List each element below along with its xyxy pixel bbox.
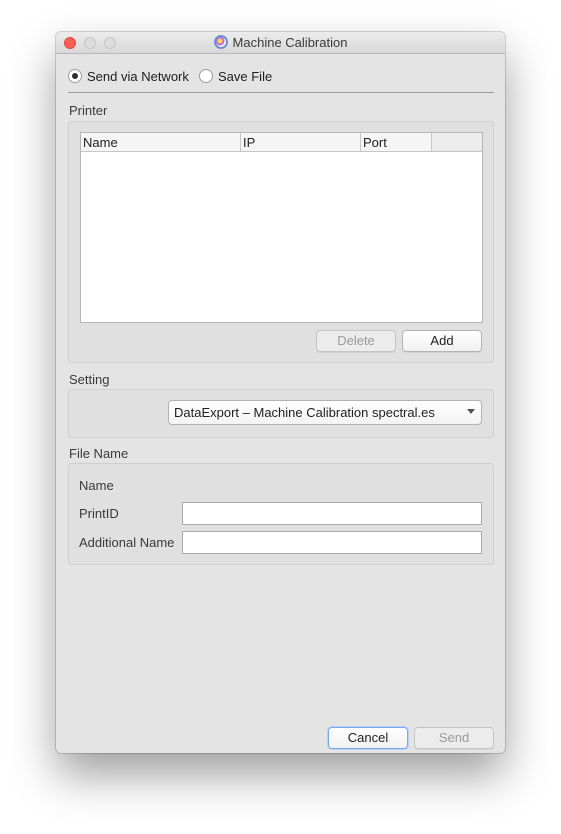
file-name-section-label: File Name [69,446,129,461]
send-via-network-label: Send via Network [87,68,189,84]
save-file-radio[interactable] [199,69,213,83]
column-header-port[interactable]: Port [361,133,432,151]
send-via-network-option[interactable]: Send via Network [68,68,189,84]
column-header-ip[interactable]: IP [241,133,361,151]
dropdown-arrow-icon [467,409,475,414]
printer-table[interactable]: Name IP Port [80,132,483,323]
printer-section-label: Printer [69,103,108,118]
add-button[interactable]: Add [402,330,482,352]
delete-button[interactable]: Delete [316,330,396,352]
name-label: Name [79,478,114,493]
app-icon [213,35,228,49]
additional-name-input[interactable] [182,531,482,554]
window-title-container: Machine Calibration [56,35,505,50]
print-id-input[interactable] [182,502,482,525]
setting-selected-value: DataExport – Machine Calibration spectra… [174,405,435,420]
setting-select[interactable]: DataExport – Machine Calibration spectra… [168,400,482,425]
setting-section-label: Setting [69,372,110,387]
additional-name-label: Additional Name [79,535,175,550]
save-file-option[interactable]: Save File [199,68,272,84]
machine-calibration-window: Machine Calibration Send via Network Sav… [56,32,505,753]
title-bar[interactable]: Machine Calibration [56,32,505,54]
printer-table-header: Name IP Port [81,133,432,152]
table-header-filler [432,133,482,152]
mode-separator [68,92,494,93]
setting-group: DataExport – Machine Calibration spectra… [68,389,494,438]
column-header-name[interactable]: Name [81,133,241,151]
file-name-group: Name PrintID Additional Name [68,463,494,565]
send-via-network-radio[interactable] [68,69,82,83]
printer-group: Name IP Port Delete Add [68,121,494,363]
print-id-label: PrintID [79,506,119,521]
window-title: Machine Calibration [232,35,348,50]
send-button[interactable]: Send [414,727,494,749]
cancel-button[interactable]: Cancel [328,727,408,749]
save-file-label: Save File [218,68,273,84]
